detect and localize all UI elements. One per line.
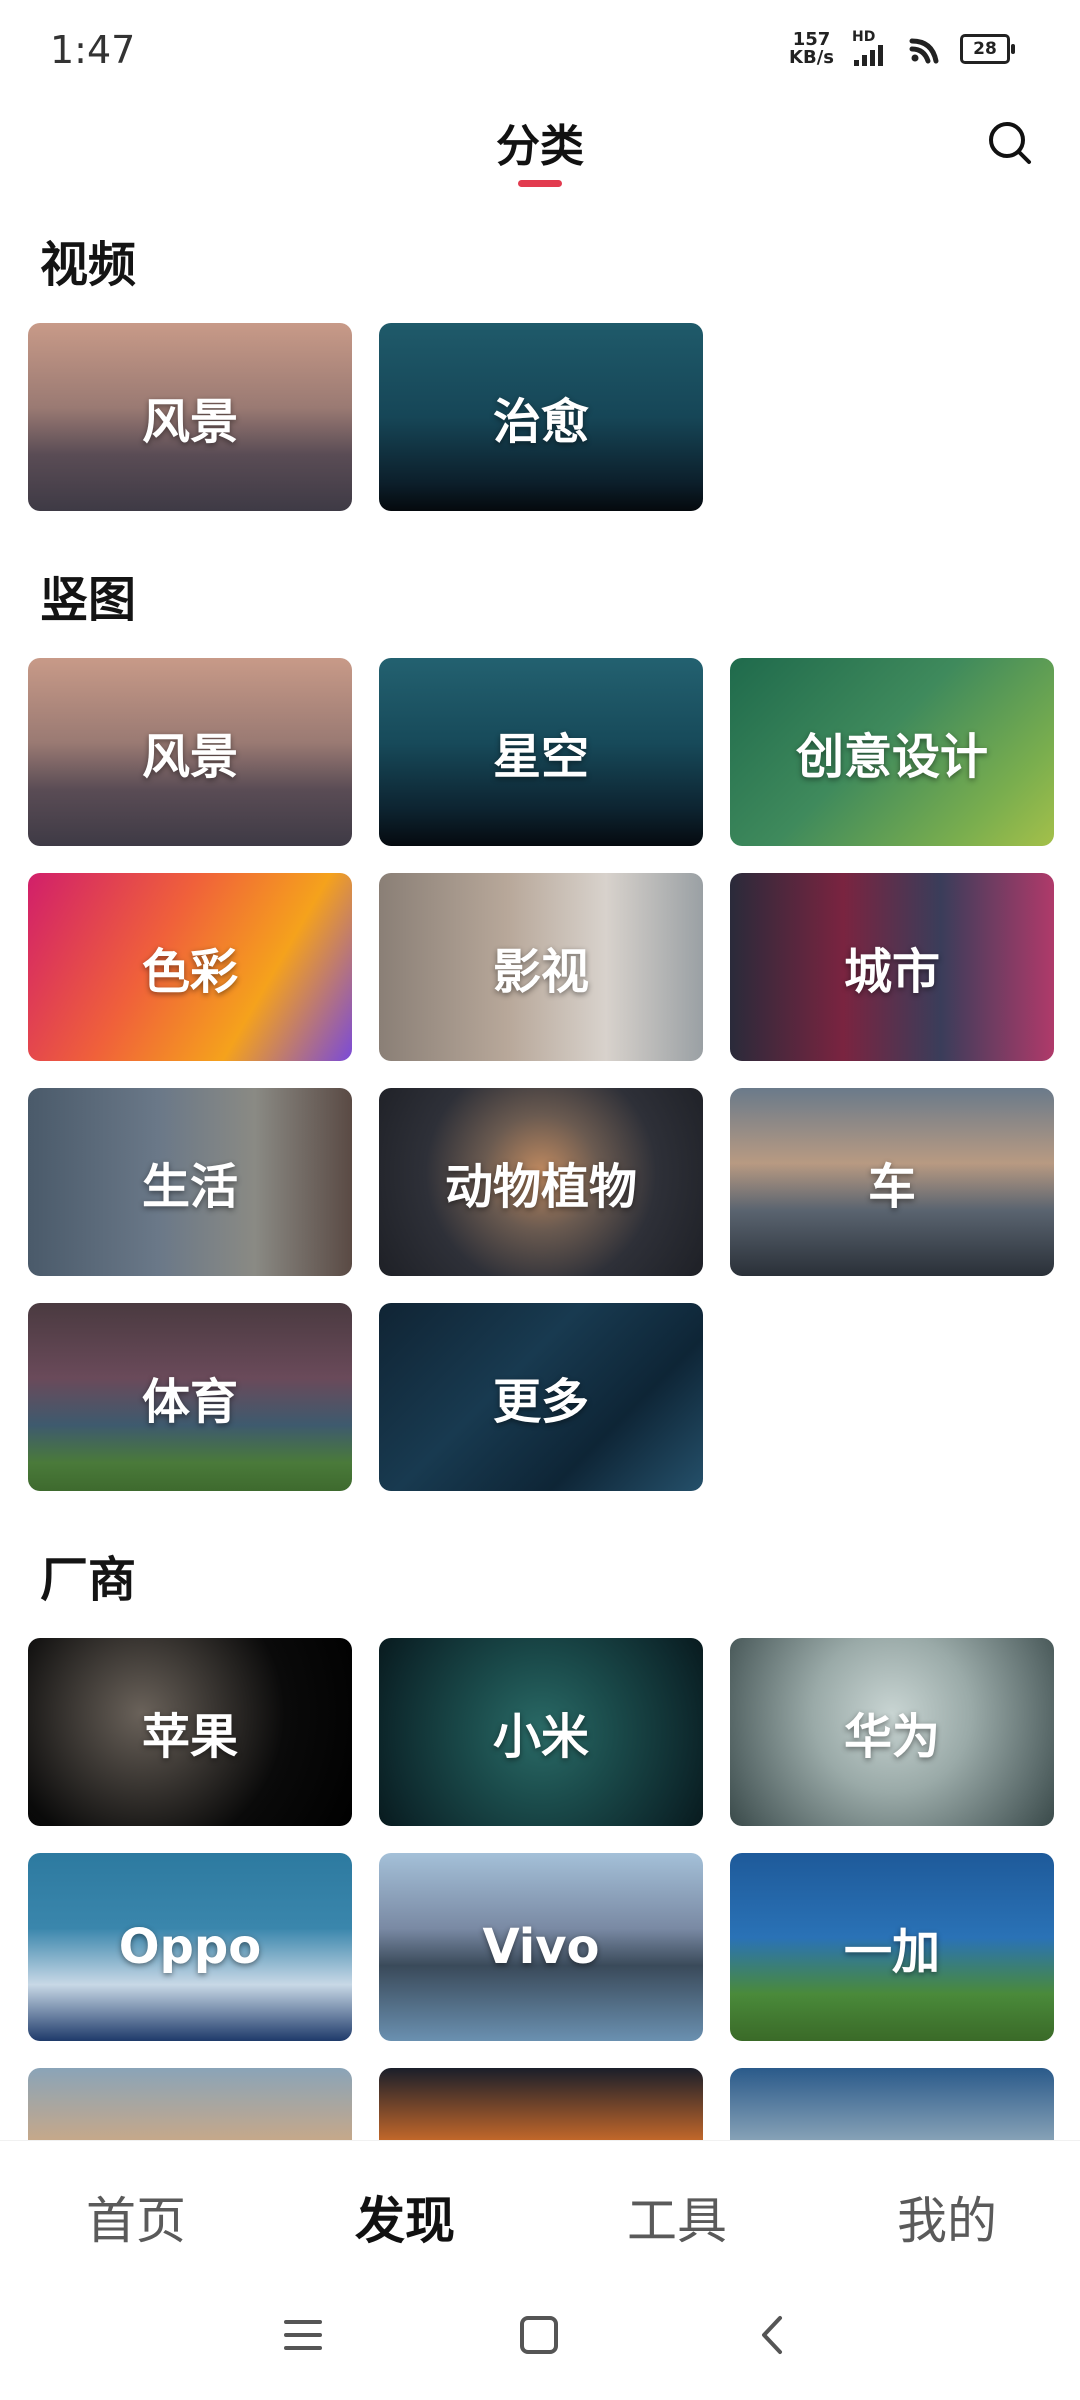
tile-portrait-city[interactable]: 城市 bbox=[730, 873, 1054, 1061]
tile-portrait-cars[interactable]: 车 bbox=[730, 1088, 1054, 1276]
tile-portrait-sports[interactable]: 体育 bbox=[28, 1303, 352, 1491]
tile-portrait-life[interactable]: 生活 bbox=[28, 1088, 352, 1276]
tile-vendor-partial-2[interactable] bbox=[379, 2068, 703, 2143]
status-icons: 157 KB/s HD 28 bbox=[789, 29, 1015, 68]
back-icon[interactable] bbox=[748, 2310, 798, 2360]
status-bar: 1:47 157 KB/s HD 28 bbox=[0, 0, 1080, 100]
nav-mine[interactable]: 我的 bbox=[897, 2181, 997, 2253]
tile-portrait-color[interactable]: 色彩 bbox=[28, 873, 352, 1061]
tile-portrait-animals-plants[interactable]: 动物植物 bbox=[379, 1088, 703, 1276]
section-title-video: 视频 bbox=[40, 237, 137, 293]
battery-icon: 28 bbox=[960, 34, 1015, 64]
nav-tools[interactable]: 工具 bbox=[627, 2181, 727, 2253]
tile-vendor-oneplus[interactable]: 一加 bbox=[730, 1853, 1054, 2041]
tile-vendor-vivo[interactable]: Vivo bbox=[379, 1853, 703, 2041]
tile-vendor-oppo[interactable]: Oppo bbox=[28, 1853, 352, 2041]
tile-video-healing[interactable]: 治愈 bbox=[379, 323, 703, 511]
tile-portrait-creative-design[interactable]: 创意设计 bbox=[730, 658, 1054, 846]
search-icon[interactable] bbox=[985, 118, 1035, 168]
menu-icon[interactable] bbox=[278, 2310, 328, 2360]
nav-home[interactable]: 首页 bbox=[86, 2181, 186, 2253]
tile-vendor-partial-1[interactable] bbox=[28, 2068, 352, 2143]
bottom-navigation: 首页 发现 工具 我的 bbox=[0, 2140, 1080, 2271]
title-underline bbox=[518, 180, 562, 187]
tile-portrait-scenery[interactable]: 风景 bbox=[28, 658, 352, 846]
status-time: 1:47 bbox=[50, 28, 136, 72]
tile-vendor-huawei[interactable]: 华为 bbox=[730, 1638, 1054, 1826]
system-navigation-bar bbox=[0, 2270, 1080, 2400]
section-title-vendors: 厂商 bbox=[40, 1552, 137, 1608]
tile-portrait-starry-sky[interactable]: 星空 bbox=[379, 658, 703, 846]
home-square-icon[interactable] bbox=[514, 2310, 564, 2360]
tile-portrait-film[interactable]: 影视 bbox=[379, 873, 703, 1061]
tile-vendor-apple[interactable]: 苹果 bbox=[28, 1638, 352, 1826]
network-speed: 157 KB/s bbox=[789, 29, 834, 68]
tile-vendor-partial-3[interactable] bbox=[730, 2068, 1054, 2143]
tile-video-scenery[interactable]: 风景 bbox=[28, 323, 352, 511]
nav-discover[interactable]: 发现 bbox=[355, 2181, 455, 2253]
section-title-portrait: 竖图 bbox=[40, 572, 137, 628]
page-title: 分类 bbox=[496, 121, 584, 172]
tile-vendor-xiaomi[interactable]: 小米 bbox=[379, 1638, 703, 1826]
top-bar: 分类 bbox=[0, 100, 1080, 195]
tile-portrait-more[interactable]: 更多 bbox=[379, 1303, 703, 1491]
signal-icon: HD bbox=[852, 30, 888, 68]
wifi-icon bbox=[909, 38, 939, 64]
